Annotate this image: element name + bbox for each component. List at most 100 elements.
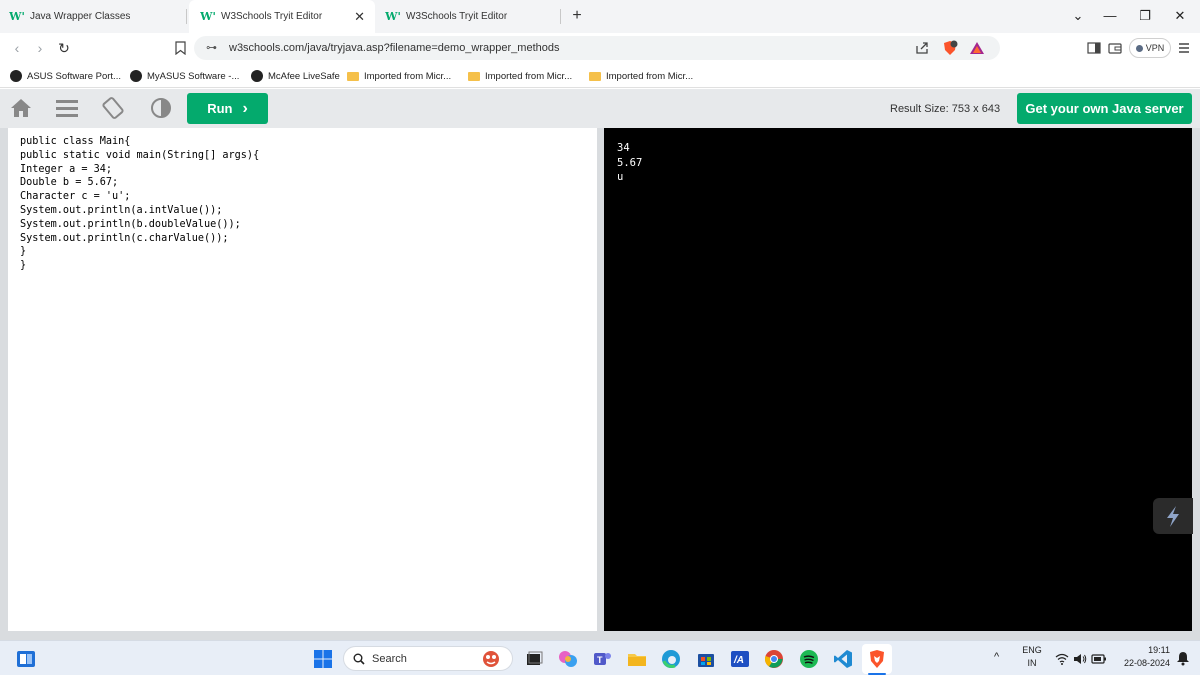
menu-icon[interactable] [1177,41,1191,55]
code-line: } [20,260,27,272]
bookmark-myasus-software[interactable]: MyASUS Software -... [130,68,239,84]
bookmark-folder-imported-2[interactable]: Imported from Micr... [468,68,572,84]
minimize-button[interactable]: — [1098,6,1122,26]
battery-icon[interactable] [1091,653,1107,665]
menu-icon[interactable] [55,97,79,119]
folder-icon [347,72,359,81]
clock-date: 22-08-2024 [1123,658,1170,668]
get-java-server-button[interactable]: Get your own Java server [1017,93,1192,124]
vscode-icon[interactable] [833,649,853,669]
code-line: System.out.println(c.charValue()); [20,232,229,244]
bookmark-icon[interactable] [175,41,186,55]
myasus-icon[interactable]: /A [730,649,750,669]
wallet-icon[interactable] [1108,41,1122,55]
output-line: 34 [617,142,630,154]
bookmark-asus-software-portal[interactable]: ASUS Software Port... [10,68,121,84]
sidebar-icon[interactable] [1087,41,1101,55]
lightning-icon [1167,506,1179,527]
volume-icon[interactable] [1073,653,1087,665]
bookmark-folder-imported-3[interactable]: Imported from Micr... [589,68,693,84]
back-button[interactable]: ‹ [8,38,26,58]
url-text[interactable]: w3schools.com/java/tryjava.asp?filename=… [229,42,559,54]
result-panel: 34 5.67 u [604,128,1192,631]
tray-overflow-chevron-icon[interactable]: ^ [994,651,999,663]
folder-icon [468,72,480,81]
tab-divider [560,9,561,24]
bookmark-label: Imported from Micr... [606,70,694,82]
floating-assistant-button[interactable] [1153,498,1193,534]
bookmark-label: McAfee LiveSafe [268,70,340,82]
taskbar-search[interactable]: Search [343,646,513,671]
code-line: } [20,246,27,258]
forward-button[interactable]: › [31,38,49,58]
home-icon[interactable] [9,97,33,119]
code-line: Character c = 'u'; [20,191,131,203]
bookmark-mcafee-livesafe[interactable]: McAfee LiveSafe [251,68,340,84]
screen: W' Java Wrapper Classes W' W3Schools Try… [0,0,1200,675]
tab-tryit-editor[interactable]: W' W3Schools Tryit Editor [385,0,556,33]
microsoft-store-icon[interactable] [696,649,716,669]
search-highlight-icon [483,651,499,667]
output-line: 5.67 [617,156,643,169]
brave-rewards-icon[interactable] [969,40,985,56]
restore-button[interactable]: ❐ [1133,6,1157,26]
vpn-label: VPN [1145,43,1165,53]
code-line: System.out.println(a.intValue()); [20,204,223,216]
theme-toggle-icon[interactable] [149,97,173,119]
w3schools-favicon-icon: W' [9,10,25,23]
share-icon[interactable] [914,40,930,56]
windows-start-icon[interactable] [313,649,333,669]
widgets-icon[interactable] [16,649,36,669]
tab-java-wrapper-classes[interactable]: W' Java Wrapper Classes [9,0,185,33]
site-settings-icon[interactable]: ⊶ [206,41,217,54]
tab-title: W3Schools Tryit Editor [221,11,323,22]
reload-button[interactable]: ↻ [55,38,73,58]
chrome-icon[interactable] [764,649,784,669]
task-view-icon[interactable] [524,649,544,669]
new-tab-button[interactable]: + [568,6,586,26]
wifi-icon[interactable] [1055,653,1069,665]
run-button[interactable]: Run › [187,93,268,124]
tab-search-chevron-icon[interactable]: ⌄ [1066,6,1090,26]
globe-icon [10,70,22,82]
bookmark-label: Imported from Micr... [364,70,452,82]
bookmark-folder-imported-1[interactable]: Imported from Micr... [347,68,451,84]
tab-title: Java Wrapper Classes [30,11,131,22]
tryit-toolbar: Run › Result Size: 753 x 643 Get your ow… [0,89,1200,128]
code-line: System.out.println(b.doubleValue()); [20,218,241,230]
teams-icon[interactable]: T [592,649,612,669]
code-content[interactable]: public class Main{public static void mai… [20,135,259,273]
tab-close-icon[interactable]: ✕ [354,9,365,25]
rotate-orientation-icon[interactable] [101,97,125,119]
search-icon [353,653,365,665]
output-line: u [617,171,624,183]
language-indicator[interactable]: ENG IN [1020,645,1044,668]
taskbar: Search T /A ^ ENG IN 19:11 22-08-2024 [0,640,1200,675]
result-size-text: Result Size: 753 x 643 [890,103,1001,115]
file-explorer-icon[interactable] [627,649,647,669]
spotify-icon[interactable] [799,649,819,669]
close-window-button[interactable]: ✕ [1168,6,1192,26]
address-bar-row: ‹ › ↻ ⊶ w3schools.com/java/tryjava.asp?f… [0,33,1200,63]
tab-tryit-editor-active[interactable]: W' W3Schools Tryit Editor ✕ [189,0,375,33]
code-editor[interactable]: public class Main{public static void mai… [8,128,597,631]
notification-bell-icon[interactable] [1176,651,1190,666]
code-line: Double b = 5.67; [20,177,119,189]
chevron-right-icon: › [242,99,248,117]
w3schools-favicon-icon: W' [200,10,216,23]
copilot-icon[interactable] [558,649,578,669]
region-code: IN [1027,658,1037,668]
edge-icon[interactable] [661,649,681,669]
vpn-button[interactable]: VPN [1129,38,1171,58]
program-output: 34 5.67 u [617,141,642,185]
code-line: public static void main(String[] args){ [20,149,260,161]
language-code: ENG [1022,645,1042,655]
brave-taskbar-button[interactable] [862,644,892,674]
clock[interactable]: 19:11 22-08-2024 [1112,645,1170,668]
search-label: Search [372,653,407,665]
brave-shields-icon[interactable] [942,40,958,56]
tab-divider [186,9,187,24]
run-label: Run [207,101,233,116]
address-bar[interactable]: ⊶ w3schools.com/java/tryjava.asp?filenam… [194,36,1000,60]
bookmarks-bar: ASUS Software Port... MyASUS Software -.… [0,63,1200,88]
